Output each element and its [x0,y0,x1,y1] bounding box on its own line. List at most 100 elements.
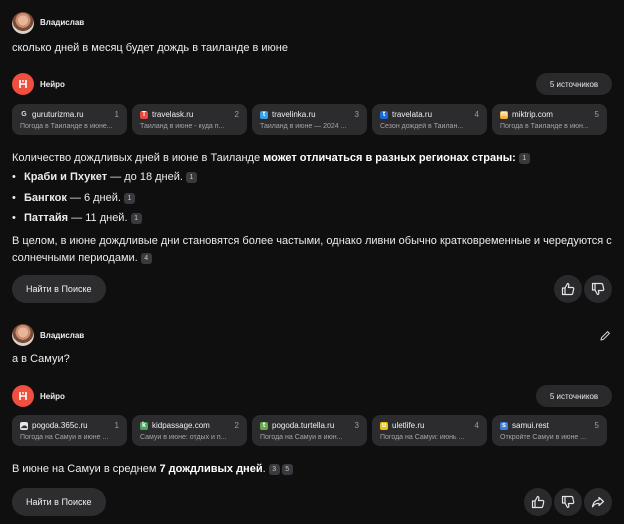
source-card[interactable]: t travelinka.ru 3 Таиланд в июне — 2024 ... [252,104,367,135]
travelask-icon: T [140,110,148,119]
source-number: 2 [234,421,239,430]
source-card-header: t travelata.ru 4 [380,109,479,120]
share-button[interactable] [584,488,612,516]
bullet-bold: Паттайя [24,212,69,224]
source-ref[interactable]: 1 [185,172,197,183]
source-card[interactable]: m miktrip.com 5 Погода в Таиланде в июн... [492,104,607,135]
source-domain: miktrip.com [512,110,553,119]
answer-plain: В июне на Самуи в среднем [12,463,160,475]
source-domain: travelinka.ru [272,110,316,119]
neuro-logo-icon [12,385,34,407]
thumbs-up-icon [561,282,575,296]
assistant-name: Нейро [40,80,65,89]
g-letter-icon: G [20,110,28,119]
source-number: 1 [114,421,119,430]
source-number: 1 [114,110,119,119]
sources-button[interactable]: 5 источников [536,385,612,407]
sources-button[interactable]: 5 источников [536,73,612,95]
miktrip-icon: m [500,110,508,119]
source-snippet: Откройте Самуи в июне ... [500,434,587,441]
turtella-icon: t [260,421,268,430]
answer-conclusion-text: В целом, в июне дождливые дни становятся… [12,235,612,264]
source-card[interactable]: u uletlife.ru 4 Погода на Самуи: июнь ... [372,415,487,446]
source-card-header: s samui.rest 5 [500,420,599,431]
bullet-bold: Бангкок [24,192,67,204]
source-ref[interactable]: 1 [130,213,142,224]
assistant-name: Нейро [40,392,65,401]
thumbs-up-icon [531,495,545,509]
source-card-header: t pogoda.turtella.ru 3 [260,420,359,431]
source-card[interactable]: Gguruturizma.ru 1 Погода в Таиланде в июне… [12,104,127,135]
bullet-text: — до 18 дней. [107,171,183,183]
source-snippet: Погода на Самуи: июнь ... [380,434,465,441]
source-card-header: u uletlife.ru 4 [380,420,479,431]
neuro-logo-icon [12,73,34,95]
source-domain: pogoda.365c.ru [32,421,88,430]
source-ref[interactable]: 1 [518,153,530,164]
travelinka-icon: t [260,110,268,119]
find-in-search-button[interactable]: Найти в Поиске [12,488,106,516]
source-ref[interactable]: 1 [123,193,135,204]
source-snippet: Таиланд в июне — 2024 ... [260,123,347,130]
answer-text: В июне на Самуи в среднем 7 дождливых дн… [12,461,293,477]
source-snippet: Сезон дождей в Таилан... [380,123,464,130]
source-card[interactable]: t pogoda.turtella.ru 3 Погода на Самуи в ию… [252,415,367,446]
source-snippet: Таиланд в июне - куда п... [140,123,225,130]
source-domain: guruturizma.ru [32,110,84,119]
source-card[interactable]: t travelata.ru 4 Сезон дождей в Таилан... [372,104,487,135]
bullet-bold: Краби и Пхукет [24,171,108,183]
answer-end: . [262,463,266,475]
source-card[interactable]: ☁ pogoda.365c.ru 1 Погода на Самуи в июне .… [12,415,127,446]
source-number: 2 [234,110,239,119]
source-domain: travelata.ru [392,110,433,119]
source-ref[interactable]: 3 [268,464,280,475]
source-snippet: Погода на Самуи в июн... [260,434,343,441]
samui-rest-icon: s [500,421,508,430]
source-number: 3 [354,421,359,430]
answer-bold: 7 дождливых дней [159,463,263,475]
user-message: а в Самуи? [12,353,70,365]
source-domain: kidpassage.com [152,421,210,430]
like-button[interactable] [554,275,582,303]
source-domain: samui.rest [512,421,549,430]
bullet-item: • Паттайя — 11 дней. 1 [12,212,142,224]
source-ref[interactable]: 4 [140,253,152,264]
source-number: 3 [354,110,359,119]
pencil-icon [600,331,610,341]
source-card-header: Ttravelask.ru 2 [140,109,239,120]
dislike-button[interactable] [584,275,612,303]
thumbs-down-icon [561,495,575,509]
source-card-header: Gguruturizma.ru 1 [20,109,119,120]
source-snippet: Погода в Таиланде в июн... [500,123,589,130]
edit-message-button[interactable] [598,329,612,343]
source-ref[interactable]: 5 [281,464,293,475]
find-in-search-button[interactable]: Найти в Поиске [12,275,106,303]
answer-intro-text: Количество дождливых дней в июне в Таила… [12,152,264,164]
source-card[interactable]: s samui.rest 5 Откройте Самуи в июне ... [492,415,607,446]
user-avatar [12,12,34,34]
dislike-button[interactable] [554,488,582,516]
source-snippet: Самуи в июне: отдых и п... [140,434,227,441]
source-card-header: k kidpassage.com 2 [140,420,239,431]
answer-intro-bold: может отличаться в разных регионах стран… [263,152,516,164]
source-card[interactable]: Ttravelask.ru 2 Таиланд в июне - куда п... [132,104,247,135]
source-snippet: Погода в Таиланде в июне... [20,123,113,130]
like-button[interactable] [524,488,552,516]
source-number: 5 [594,110,599,119]
kidpassage-icon: k [140,421,148,430]
bullet-item: • Краби и Пхукет — до 18 дней. 1 [12,171,197,183]
source-card-header: m miktrip.com 5 [500,109,599,120]
source-domain: uletlife.ru [392,421,425,430]
answer-conclusion: В целом, в июне дождливые дни становятся… [12,233,612,267]
uletlife-icon: u [380,421,388,430]
user-avatar [12,324,34,346]
source-number: 5 [594,421,599,430]
source-domain: pogoda.turtella.ru [272,421,335,430]
travelata-icon: t [380,110,388,119]
user-name: Владислав [40,331,85,340]
source-card[interactable]: k kidpassage.com 2 Самуи в июне: отдых и п.… [132,415,247,446]
pogoda365-icon: ☁ [20,421,28,430]
bullet-text: — 6 дней. [66,192,121,204]
source-number: 4 [474,110,479,119]
bullet-item: • Бангкок — 6 дней. 1 [12,192,135,204]
